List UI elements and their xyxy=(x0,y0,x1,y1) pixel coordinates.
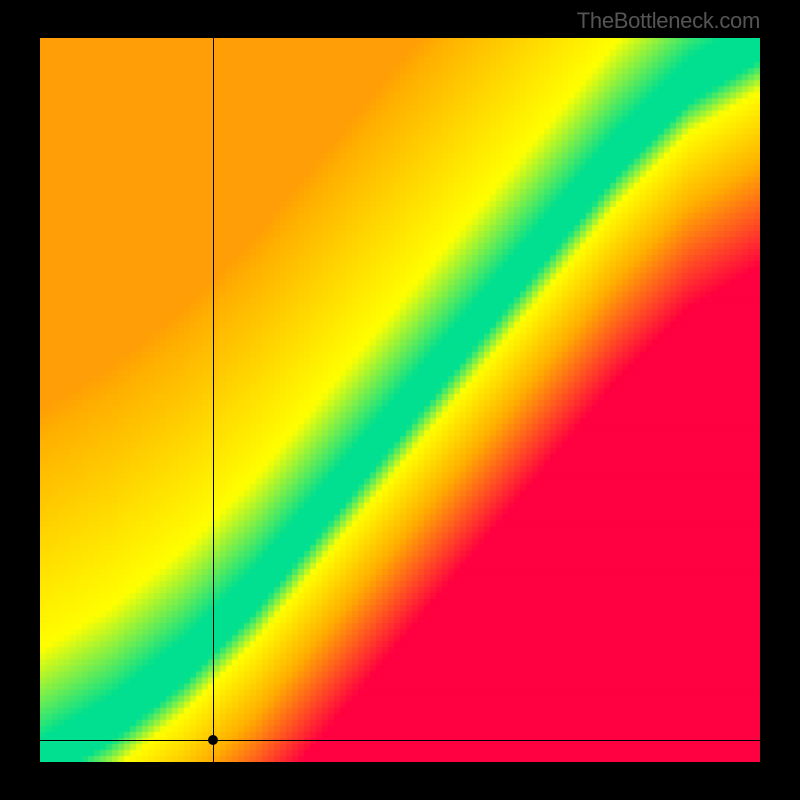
crosshair-horizontal-line xyxy=(40,740,760,741)
crosshair-marker-dot xyxy=(208,735,218,745)
bottleneck-heatmap xyxy=(40,38,760,762)
crosshair-vertical-line xyxy=(213,38,214,762)
chart-container: TheBottleneck.com xyxy=(0,0,800,800)
attribution-watermark: TheBottleneck.com xyxy=(577,8,760,34)
